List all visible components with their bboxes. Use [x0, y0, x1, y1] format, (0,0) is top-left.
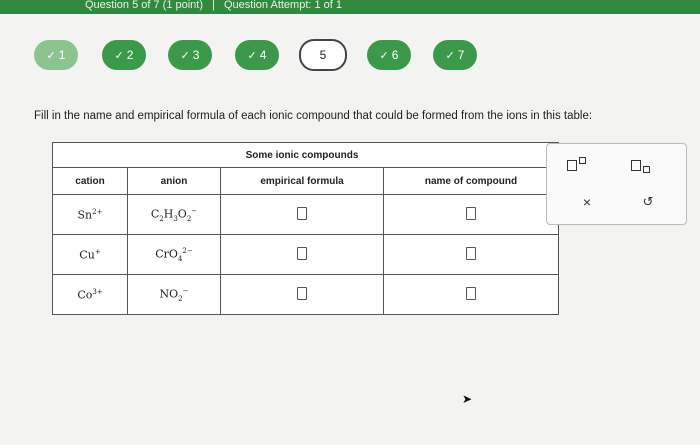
question-1-label: 1	[58, 48, 66, 62]
question-1-button[interactable]: ✓ 1	[34, 40, 78, 70]
clear-button[interactable]: ×	[570, 191, 604, 213]
question-5-button[interactable]: 5	[299, 39, 347, 71]
answer-box[interactable]	[297, 246, 307, 260]
checkmark-icon: ✓	[379, 49, 389, 62]
empirical-formula-input[interactable]	[220, 274, 384, 315]
checkmark-icon: ✓	[114, 49, 124, 62]
question-7-label: 7	[457, 48, 465, 62]
question-6-label: 6	[391, 48, 399, 62]
header-cation: cation	[52, 167, 128, 195]
answer-box[interactable]	[466, 206, 476, 220]
empirical-formula-input[interactable]	[220, 234, 384, 275]
question-3-button[interactable]: ✓ 3	[168, 40, 212, 70]
table-row: Co3+ NO2−	[52, 274, 559, 315]
table-row: Cu+ CrO42−	[52, 234, 559, 275]
question-7-button[interactable]: ✓ 7	[433, 40, 477, 70]
cation-cell: Cu+	[52, 234, 128, 275]
question-3-label: 3	[192, 48, 200, 62]
compound-name-input[interactable]	[383, 274, 559, 315]
anion-cell: C2H3O2−	[127, 194, 221, 235]
answer-box[interactable]	[466, 246, 476, 260]
question-header: Question 5 of 7 (1 point) | Question Att…	[0, 0, 700, 14]
question-attempt-text: Question Attempt: 1 of 1	[224, 0, 343, 11]
answer-box[interactable]	[297, 286, 307, 300]
close-icon: ×	[582, 194, 592, 210]
checkmark-icon: ✓	[46, 49, 56, 62]
anion-cell: CrO42−	[127, 234, 221, 275]
question-4-label: 4	[259, 48, 267, 62]
header-anion: anion	[127, 167, 221, 195]
empirical-formula-input[interactable]	[220, 194, 384, 235]
question-navigation: ✓ 1 ✓ 2 ✓ 3 ✓ 4 5 ✓ 6 ✓ 7	[0, 39, 700, 72]
header-compound-name: name of compound	[383, 167, 559, 195]
superscript-button[interactable]	[559, 154, 593, 176]
table-row: Sn2+ C2H3O2−	[52, 194, 559, 235]
question-5-label: 5	[319, 48, 327, 62]
undo-button[interactable]: ↺	[631, 191, 665, 213]
question-4-button[interactable]: ✓ 4	[235, 40, 279, 70]
header-separator: |	[212, 0, 215, 11]
question-2-button[interactable]: ✓ 2	[102, 40, 146, 70]
subscript-icon	[630, 159, 641, 171]
cation-cell: Sn2+	[52, 194, 128, 235]
math-toolbar: × ↺	[546, 143, 687, 225]
anion-cell: NO2−	[127, 274, 221, 315]
checkmark-icon: ✓	[180, 49, 190, 62]
checkmark-icon: ✓	[247, 49, 257, 62]
question-number-text: Question 5 of 7 (1 point)	[85, 0, 204, 11]
subscript-button[interactable]	[623, 154, 657, 176]
answer-box[interactable]	[297, 206, 307, 220]
question-prompt: Fill in the name and empirical formula o…	[34, 110, 593, 122]
header-empirical-formula: empirical formula	[220, 167, 384, 195]
compound-name-input[interactable]	[383, 234, 559, 275]
question-2-label: 2	[126, 48, 134, 62]
superscript-icon	[566, 159, 577, 171]
undo-icon: ↺	[642, 194, 654, 209]
compound-name-input[interactable]	[383, 194, 559, 235]
ionic-compounds-table: Some ionic compounds cation anion empiri…	[52, 142, 559, 315]
table-caption: Some ionic compounds	[220, 142, 384, 168]
answer-box[interactable]	[466, 286, 476, 300]
cation-cell: Co3+	[52, 274, 128, 315]
mouse-pointer-icon: ➤	[462, 392, 473, 406]
question-6-button[interactable]: ✓ 6	[367, 40, 411, 70]
checkmark-icon: ✓	[445, 49, 455, 62]
